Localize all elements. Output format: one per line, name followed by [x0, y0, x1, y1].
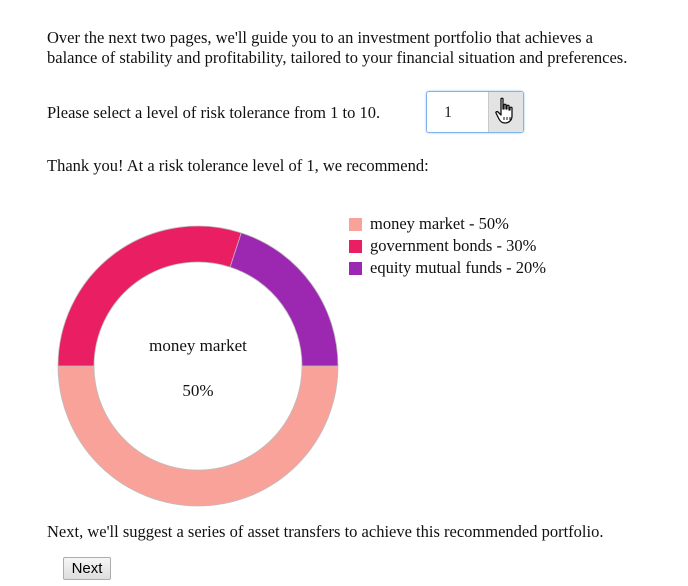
- legend-item-money-market: money market - 50%: [348, 214, 509, 234]
- legend-item-government-bonds: government bonds - 30%: [348, 236, 536, 256]
- next-button[interactable]: Next: [63, 557, 111, 580]
- legend-swatch-money-market: [348, 216, 363, 232]
- legend-label-money-market: money market - 50%: [370, 214, 509, 233]
- legend-item-equity-mutual-funds: equity mutual funds - 20%: [348, 258, 546, 278]
- legend-swatch-equity-mutual-funds: [348, 260, 363, 276]
- donut-center-label: money market: [149, 336, 247, 355]
- portfolio-donut-chart: money market 50%: [57, 225, 339, 507]
- donut-center-value: 50%: [182, 381, 213, 400]
- legend-swatch-government-bonds: [348, 238, 363, 254]
- legend-label-equity-mutual-funds: equity mutual funds - 20%: [370, 258, 546, 277]
- next-step-text: Next, we'll suggest a series of asset tr…: [47, 522, 604, 541]
- legend-label-government-bonds: government bonds - 30%: [370, 236, 537, 255]
